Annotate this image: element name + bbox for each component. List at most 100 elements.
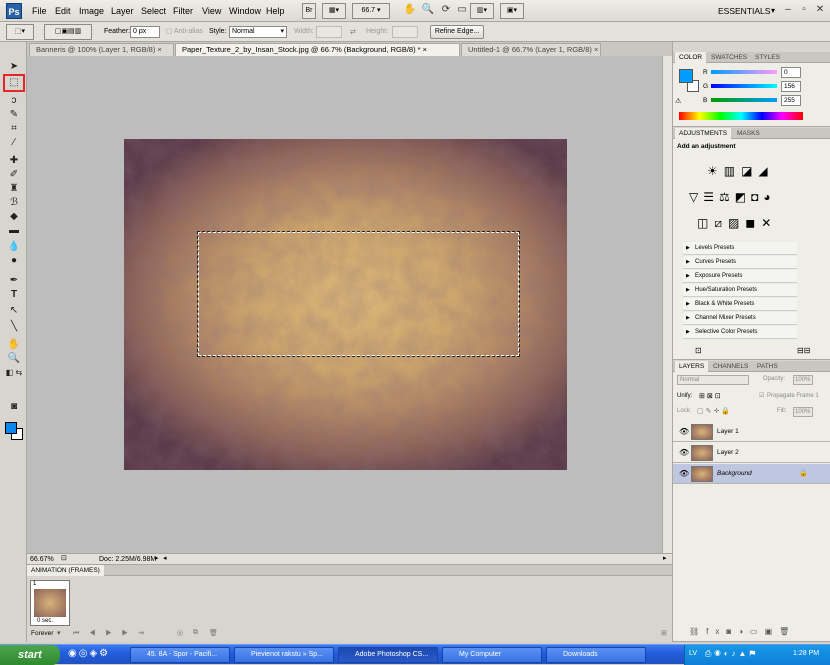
task-browser-2[interactable]: Pievienot rakstu » Sp... [234,647,334,663]
preset-curves[interactable]: Curves Presets [683,256,797,269]
status-menu-arrow-icon[interactable]: ▸ [155,554,159,564]
b-value[interactable]: 255 [781,95,801,106]
frame-1[interactable]: 1 0 sec. [30,580,70,626]
workspace-switcher[interactable]: ESSENTIALS [718,6,770,16]
gamut-warning-icon[interactable]: ⚠ [675,97,681,105]
height-input[interactable] [392,26,418,38]
workspace-dropdown-icon[interactable]: ▾ [771,6,775,15]
lasso-tool-icon[interactable]: ↄ [5,94,23,108]
foreground-color-swatch[interactable] [5,422,17,434]
tween-icon[interactable]: ◎ [177,629,183,637]
zoom-tool-icon[interactable]: 🔍 [420,3,436,17]
adjustment-icons-row-1[interactable]: ☀▥◪◢ [707,164,774,178]
preset-black-white[interactable]: Black & White Presets [683,298,797,311]
spot-healing-tool-icon[interactable]: ✚ [5,154,23,168]
tab-color[interactable]: COLOR [675,52,707,63]
preset-channel-mixer[interactable]: Channel Mixer Presets [683,312,797,325]
width-input[interactable] [316,26,342,38]
hscroll-right-icon[interactable]: ▸ [663,554,667,564]
tab-layers[interactable]: LAYERS [675,361,709,372]
antialias-checkbox[interactable]: ☐ [166,28,172,36]
restore-icon[interactable]: ▫ [796,3,812,17]
quick-launch-icons[interactable]: ◉◎◈⚙ [68,648,110,659]
tab-animation-frames[interactable]: ANIMATION (FRAMES) [27,565,104,576]
hscroll-left-icon[interactable]: ◂ [163,554,167,564]
r-slider[interactable] [711,70,777,74]
feather-input[interactable]: 0 px [130,26,160,38]
selection-mode-buttons[interactable]: ▢▣▤▥ [44,24,92,40]
menu-image[interactable]: Image [79,6,104,16]
convert-timeline-icon[interactable]: ⊞ [661,629,667,637]
preset-levels[interactable]: Levels Presets [683,242,797,255]
history-brush-tool-icon[interactable]: ℬ [5,196,23,210]
b-slider[interactable] [711,98,777,102]
return-to-list-icon[interactable]: ⊡ [695,346,702,355]
pen-tool-icon[interactable]: ✒ [5,274,23,288]
task-my-computer[interactable]: My Computer [442,647,542,663]
task-downloads[interactable]: Downloads [546,647,646,663]
menu-file[interactable]: File [32,6,47,16]
layer-row-layer-1[interactable]: 👁 Layer 1 [673,422,830,442]
move-tool-icon[interactable]: ➤ [5,60,23,74]
ruler-icon[interactable]: ▭ [454,3,470,17]
tab-untitled-1[interactable]: Untitled-1 @ 66.7% (Layer 1, RGB/8) × [461,43,601,56]
gradient-tool-icon[interactable]: ▬ [5,224,23,238]
style-select[interactable]: Normal ▾ [229,26,287,38]
visibility-eye-icon[interactable]: 👁 [679,469,689,479]
fill-input[interactable]: 100% [793,407,813,417]
tab-paths[interactable]: PATHS [753,361,782,372]
screen-mode-button[interactable]: ▣▾ [500,3,524,19]
layer-footer-buttons[interactable]: ⛓fx◙◑▭▣🗑 [689,627,796,636]
propagate-checkbox[interactable]: ☑ [759,392,764,399]
crop-tool-icon[interactable]: ⌗ [5,122,23,136]
visibility-eye-icon[interactable]: 👁 [679,448,689,458]
view-extras-button[interactable]: ▦▾ [322,3,346,19]
tray-icons[interactable]: ⎙◉◐♪▲⚑ [705,649,758,659]
adjustment-icons-row-2[interactable]: ▽☰⚖◩◘◕ [689,190,776,204]
g-slider[interactable] [711,84,777,88]
layer-name[interactable]: Layer 1 [717,428,739,435]
tab-channels[interactable]: CHANNELS [709,361,752,372]
close-icon[interactable]: ✕ [812,3,828,17]
brush-tool-icon[interactable]: ✐ [5,168,23,182]
layer-row-layer-2[interactable]: 👁 Layer 2 [673,443,830,463]
status-zoom-icon[interactable]: ⊡ [61,554,67,564]
playback-controls[interactable]: ⏮◀▶▶⇥ [73,629,154,638]
menu-help[interactable]: Help [266,6,285,16]
zoom-level-select[interactable]: 66.7 ▾ [352,3,390,19]
task-photoshop[interactable]: Adobe Photoshop CS... [338,647,438,663]
color-fg-swatch[interactable] [679,69,693,83]
rotate-view-icon[interactable]: ⟳ [438,3,454,17]
clone-stamp-tool-icon[interactable]: ♜ [5,182,23,196]
marquee-tool-icon[interactable]: ⬚ [3,74,25,92]
tab-adjustments[interactable]: ADJUSTMENTS [675,128,732,139]
eyedropper-tool-icon[interactable]: ⁄ [5,136,23,150]
adjustment-options-icon[interactable]: ⊟⊟ [797,346,810,355]
type-tool-icon[interactable]: T [5,288,23,302]
arrange-documents-button[interactable]: ▥▾ [470,3,494,19]
preset-exposure[interactable]: Exposure Presets [683,270,797,283]
lock-buttons[interactable]: ▢✎✛🔒 [697,407,732,415]
vertical-scrollbar[interactable] [662,56,672,553]
quick-selection-tool-icon[interactable]: ✎ [5,108,23,122]
language-indicator[interactable]: LV [689,650,697,657]
path-selection-tool-icon[interactable]: ↖ [5,304,23,318]
tab-banneris[interactable]: Banneris @ 100% (Layer 1, RGB/8) × [29,43,174,56]
hand-tool-icon[interactable]: ✋ [402,3,418,17]
preset-selective-color[interactable]: Selective Color Presets [683,326,797,339]
r-value[interactable]: 0 [781,67,801,78]
hand-tool-icon[interactable]: ✋ [5,338,23,352]
menu-edit[interactable]: Edit [55,6,71,16]
loop-dropdown-icon[interactable]: ▾ [57,629,61,637]
frame-delay[interactable]: 0 sec. [37,618,53,624]
menu-select[interactable]: Select [141,6,166,16]
loop-select[interactable]: Forever [31,630,53,637]
layer-row-background[interactable]: 👁 Background 🔒 [673,464,830,484]
visibility-eye-icon[interactable]: 👁 [679,427,689,437]
menu-window[interactable]: Window [229,6,261,16]
tab-styles[interactable]: STYLES [751,52,784,63]
bridge-button[interactable]: Br [302,3,316,19]
task-browser-1[interactable]: 45. 8A - Spor - Pacifi... [130,647,230,663]
unify-buttons[interactable]: ⊞⊠⊡ [699,392,723,400]
default-colors-icon[interactable]: ◧ ⇆ [5,366,23,380]
